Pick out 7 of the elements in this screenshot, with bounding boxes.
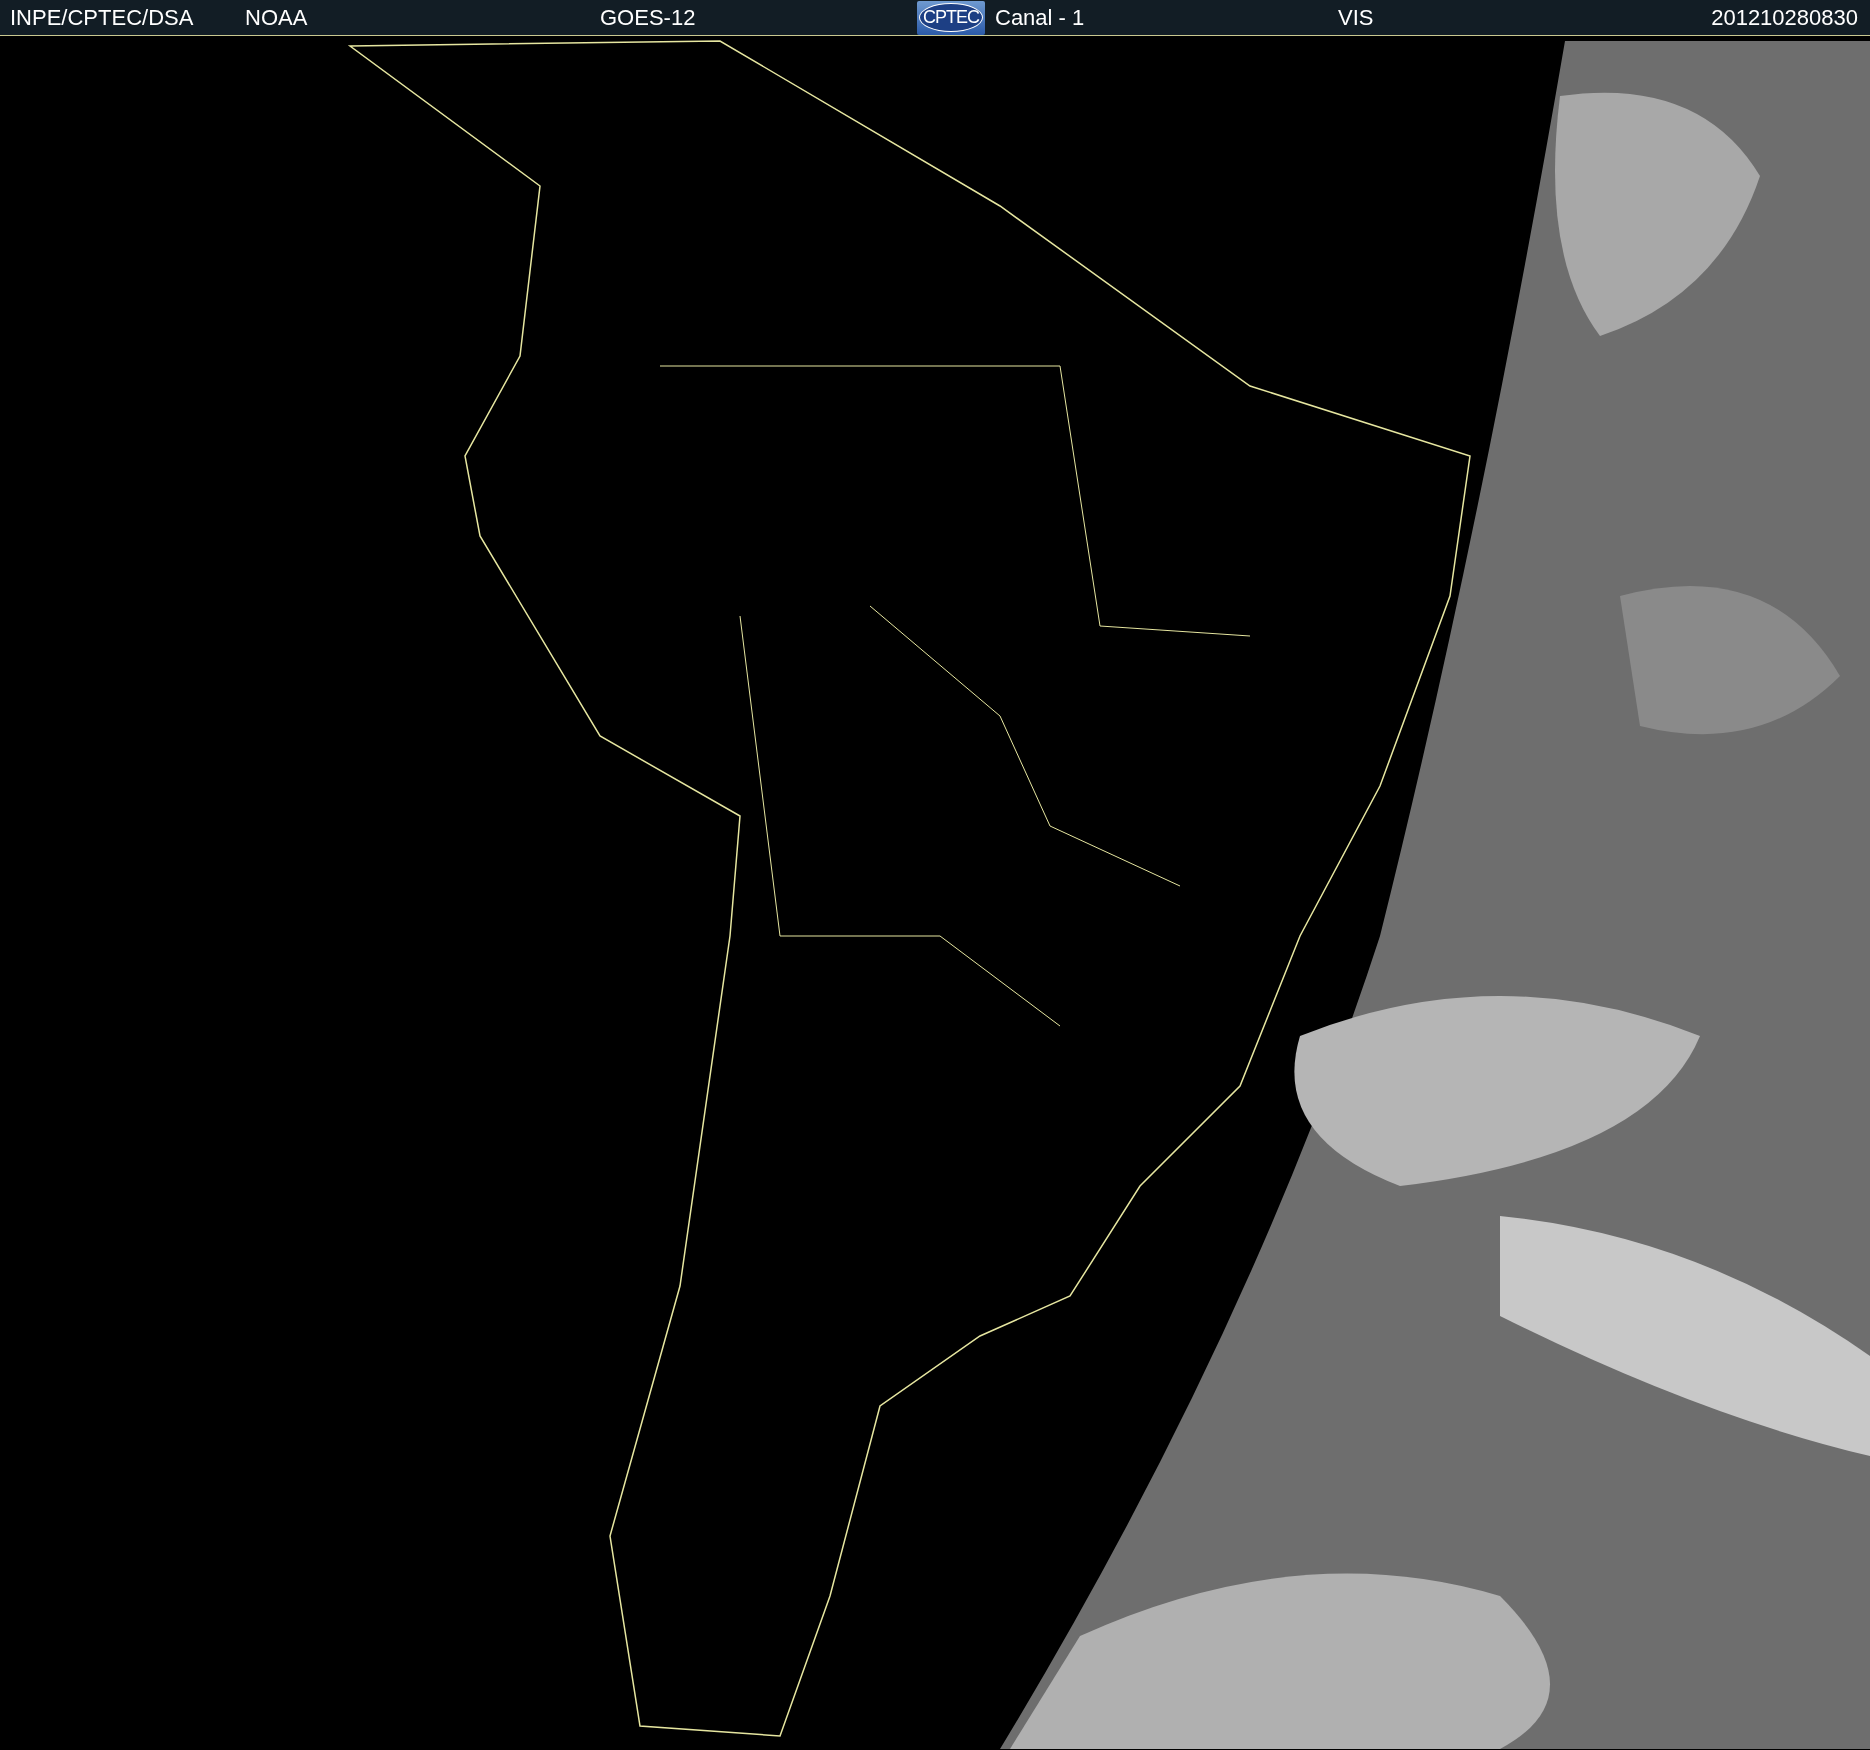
header-label: 201210280830 (1711, 4, 1858, 32)
header-label: VIS (1338, 4, 1375, 32)
header-label: Canal - 1 (995, 4, 1086, 32)
header-label: NOAA (245, 4, 309, 32)
header-label: INPE/CPTEC/DSA (10, 4, 195, 32)
header-label: GOES-12 (600, 4, 697, 32)
logo: CPTEC (917, 0, 985, 35)
